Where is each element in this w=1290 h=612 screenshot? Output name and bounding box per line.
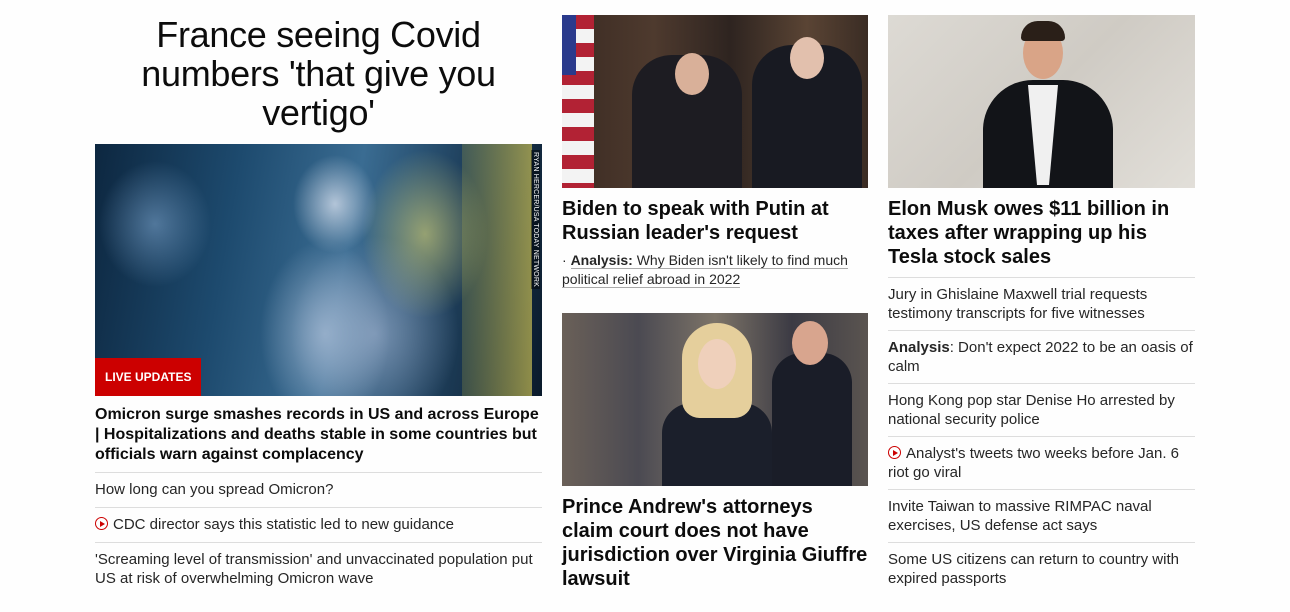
musk-story-link[interactable]: Elon Musk owes $11 billion in taxes afte…	[888, 197, 1195, 278]
person-left-face	[675, 53, 709, 95]
list-item[interactable]: Analyst's tweets two weeks before Jan. 6…	[888, 437, 1195, 490]
person-woman-face	[698, 339, 736, 389]
analysis-label: Analysis	[888, 339, 950, 356]
person-man-face	[792, 321, 828, 365]
related-stories-list: How long can you spread Omicron? CDC dir…	[95, 473, 542, 596]
story-link[interactable]: Some US citizens can return to country w…	[888, 551, 1179, 587]
covid-photo[interactable]: RYAN HERCER/USA TODAY NETWORK LIVE UPDAT…	[95, 144, 542, 396]
list-item[interactable]: CDC director says this statistic led to …	[95, 508, 542, 543]
lead-story-link[interactable]: Omicron surge smashes records in US and …	[95, 405, 542, 473]
list-item[interactable]: Hong Kong pop star Denise Ho arrested by…	[888, 384, 1195, 437]
story-link[interactable]: Jury in Ghislaine Maxwell trial requests…	[888, 286, 1147, 322]
analysis-label: Analysis:	[570, 252, 633, 268]
card-headline[interactable]: Prince Andrew's attorneys claim court do…	[562, 495, 868, 591]
story-link[interactable]: Invite Taiwan to massive RIMPAC naval ex…	[888, 498, 1152, 534]
list-item[interactable]: How long can you spread Omicron?	[95, 473, 542, 508]
person-right-face	[790, 37, 824, 79]
lead-headline[interactable]: Omicron surge smashes records in US and …	[95, 405, 542, 473]
analysis-link-row[interactable]: · Analysis: Why Biden isn't likely to fi…	[562, 251, 868, 289]
story-link[interactable]: How long can you spread Omicron?	[95, 481, 333, 498]
prince-andrew-photo[interactable]	[562, 313, 868, 486]
story-link[interactable]: Hong Kong pop star Denise Ho arrested by…	[888, 392, 1175, 428]
story-link[interactable]: Analyst's tweets two weeks before Jan. 6…	[888, 445, 1179, 481]
musk-photo[interactable]	[888, 15, 1195, 188]
us-flag	[562, 15, 594, 188]
story-link[interactable]: 'Screaming level of transmission' and un…	[95, 551, 533, 587]
story-link[interactable]: CDC director says this statistic led to …	[113, 516, 454, 533]
middle-column: Biden to speak with Putin at Russian lea…	[562, 0, 868, 591]
list-item[interactable]: Some US citizens can return to country w…	[888, 543, 1195, 595]
list-item[interactable]: Jury in Ghislaine Maxwell trial requests…	[888, 278, 1195, 331]
biden-story-link[interactable]: Biden to speak with Putin at Russian lea…	[562, 197, 868, 245]
top-story-column: France seeing Covid numbers 'that give y…	[95, 0, 542, 596]
headlines-list: Jury in Ghislaine Maxwell trial requests…	[888, 278, 1195, 595]
bullet: ·	[562, 252, 571, 268]
play-circle-icon	[888, 446, 901, 459]
play-circle-icon	[95, 517, 108, 530]
person-hair	[1021, 21, 1065, 41]
card-headline[interactable]: Elon Musk owes $11 billion in taxes afte…	[888, 197, 1195, 278]
hero-headline[interactable]: France seeing Covid numbers 'that give y…	[95, 15, 542, 132]
list-item[interactable]: Invite Taiwan to massive RIMPAC naval ex…	[888, 490, 1195, 543]
person-man	[772, 353, 852, 486]
hero-headline-link[interactable]: France seeing Covid numbers 'that give y…	[95, 15, 542, 132]
andrew-story-link[interactable]: Prince Andrew's attorneys claim court do…	[562, 495, 868, 591]
card-headline[interactable]: Biden to speak with Putin at Russian lea…	[562, 197, 868, 245]
biden-putin-photo[interactable]	[562, 15, 868, 188]
list-item[interactable]: 'Screaming level of transmission' and un…	[95, 543, 542, 596]
photo-credit: RYAN HERCER/USA TODAY NETWORK	[531, 150, 540, 289]
photo-figure	[235, 144, 405, 396]
live-updates-badge[interactable]: LIVE UPDATES	[95, 358, 202, 396]
right-column: Elon Musk owes $11 billion in taxes afte…	[888, 0, 1195, 595]
photo-detail	[462, 144, 532, 396]
list-item[interactable]: Analysis: Don't expect 2022 to be an oas…	[888, 331, 1195, 384]
